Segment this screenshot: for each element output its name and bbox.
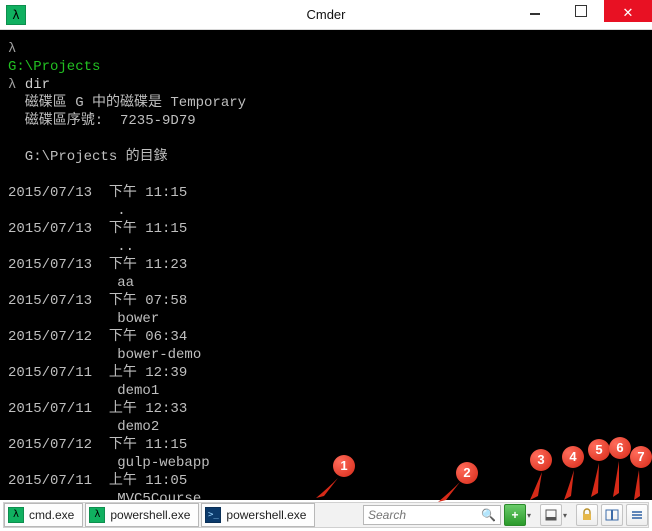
close-button[interactable] bbox=[604, 0, 652, 22]
status-bar: λcmd.exeλpowershell.exe>_powershell.exe … bbox=[3, 502, 649, 528]
console-tab[interactable]: λ cmd.exe bbox=[4, 503, 83, 527]
tab-label: powershell.exe bbox=[226, 508, 306, 522]
console-tab[interactable]: λ powershell.exe bbox=[85, 503, 199, 527]
window-controls bbox=[512, 0, 652, 29]
titlebar: λ Cmder bbox=[0, 0, 652, 30]
search-box[interactable]: 🔍 bbox=[363, 505, 501, 525]
minimize-tray-dropdown[interactable]: ▾ bbox=[563, 511, 573, 520]
menu-button[interactable] bbox=[626, 504, 648, 526]
minimize-tray-button[interactable] bbox=[540, 504, 562, 526]
maximize-button[interactable] bbox=[558, 0, 604, 22]
search-icon[interactable]: 🔍 bbox=[481, 508, 496, 522]
minimize-button[interactable] bbox=[512, 0, 558, 22]
lambda-icon: λ bbox=[89, 507, 105, 523]
tab-label: powershell.exe bbox=[110, 508, 190, 522]
console-tab[interactable]: >_ powershell.exe bbox=[201, 503, 315, 527]
new-tab-dropdown[interactable]: ▾ bbox=[527, 511, 537, 520]
panels-button[interactable] bbox=[601, 504, 623, 526]
lock-button[interactable] bbox=[576, 504, 598, 526]
lambda-icon: λ bbox=[8, 507, 24, 523]
app-icon: λ bbox=[6, 5, 26, 25]
powershell-icon: >_ bbox=[205, 507, 221, 523]
new-tab-button[interactable]: + bbox=[504, 504, 526, 526]
tab-label: cmd.exe bbox=[29, 508, 74, 522]
terminal-pane[interactable]: λ G:\Projects λ dir 磁碟區 G 中的磁碟是 Temporar… bbox=[0, 30, 652, 500]
search-input[interactable] bbox=[368, 508, 481, 522]
